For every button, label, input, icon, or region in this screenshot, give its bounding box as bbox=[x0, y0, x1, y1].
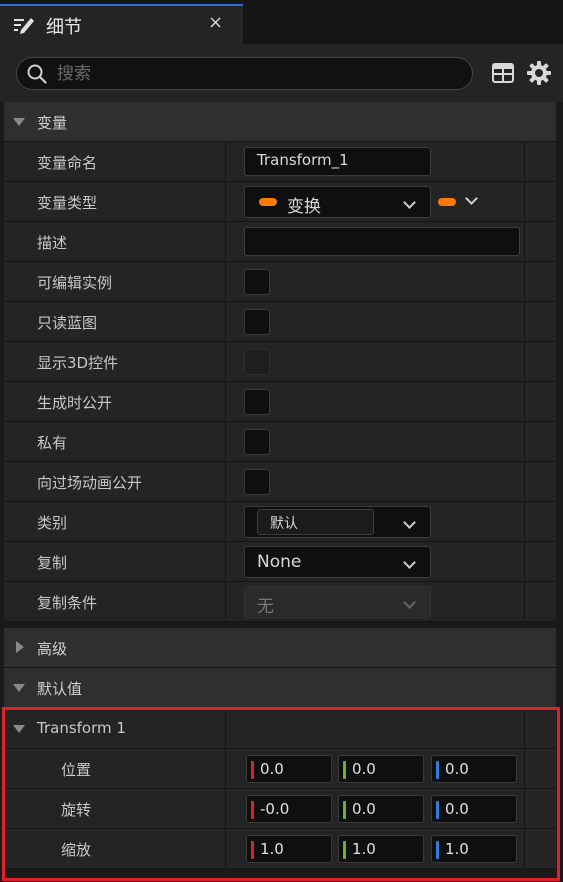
chevron-down-icon bbox=[403, 196, 416, 209]
variable-name-field[interactable]: Transform_1 bbox=[244, 147, 431, 176]
row-label: 类别 bbox=[37, 514, 68, 532]
expand-arrow-icon bbox=[13, 725, 25, 733]
search-input[interactable] bbox=[57, 61, 457, 87]
row-label: 复制条件 bbox=[37, 594, 98, 612]
row-replication-condition: 复制条件 无 bbox=[4, 582, 556, 622]
location-y-value: 0.0 bbox=[352, 760, 376, 778]
row-label: 私有 bbox=[37, 434, 68, 452]
location-z-value: 0.0 bbox=[445, 760, 469, 778]
details-toolbar bbox=[0, 44, 563, 102]
row-label: 只读蓝图 bbox=[37, 314, 98, 332]
row-label: 旋转 bbox=[61, 801, 92, 819]
row-label: 变量类型 bbox=[37, 194, 98, 212]
close-icon[interactable]: × bbox=[208, 12, 223, 33]
row-rotation: 旋转 -0.0 0.0 0.0 bbox=[4, 789, 556, 829]
location-y-field[interactable]: 0.0 bbox=[338, 755, 424, 783]
private-checkbox[interactable] bbox=[244, 429, 270, 455]
row-label: 位置 bbox=[61, 761, 92, 779]
row-label: 变量命名 bbox=[37, 154, 98, 172]
expand-arrow-icon bbox=[16, 641, 24, 653]
row-transform-header[interactable]: Transform 1 bbox=[4, 709, 556, 749]
row-label: 显示3D控件 bbox=[37, 354, 119, 372]
location-x-value: 0.0 bbox=[260, 760, 284, 778]
location-x-field[interactable]: 0.0 bbox=[246, 755, 332, 783]
scale-x-field[interactable]: 1.0 bbox=[246, 835, 332, 863]
section-label: 高级 bbox=[37, 640, 68, 658]
container-type-pill-icon bbox=[438, 198, 456, 206]
edit-details-icon bbox=[14, 18, 34, 34]
row-private: 私有 bbox=[4, 422, 556, 462]
scale-y-value: 1.0 bbox=[352, 840, 376, 858]
tab-bar: 细节 × bbox=[0, 0, 563, 44]
rotation-y-value: 0.0 bbox=[352, 800, 376, 818]
expand-arrow-icon bbox=[13, 118, 25, 126]
scale-y-field[interactable]: 1.0 bbox=[338, 835, 424, 863]
replication-condition-dropdown: 无 bbox=[244, 586, 431, 618]
rotation-z-field[interactable]: 0.0 bbox=[431, 795, 517, 823]
row-label: 缩放 bbox=[61, 841, 92, 859]
row-instance-editable: 可编辑实例 bbox=[4, 262, 556, 302]
row-show-3d-widget: 显示3D控件 bbox=[4, 342, 556, 382]
section-default-value[interactable]: 默认值 bbox=[4, 668, 556, 708]
row-label: 生成时公开 bbox=[37, 394, 113, 412]
variable-type-dropdown[interactable]: 变换 bbox=[244, 186, 431, 218]
show-3d-widget-checkbox bbox=[244, 349, 270, 375]
table-view-icon[interactable] bbox=[491, 61, 515, 85]
chevron-down-icon bbox=[403, 596, 416, 609]
section-variable[interactable]: 变量 bbox=[4, 102, 556, 142]
rotation-y-field[interactable]: 0.0 bbox=[338, 795, 424, 823]
row-label: 描述 bbox=[37, 234, 68, 252]
tab-details[interactable]: 细节 × bbox=[0, 4, 243, 44]
expose-on-spawn-checkbox[interactable] bbox=[244, 389, 270, 415]
expand-arrow-icon bbox=[13, 684, 25, 692]
blueprint-readonly-checkbox[interactable] bbox=[244, 309, 270, 335]
row-variable-name: 变量命名 Transform_1 bbox=[4, 142, 556, 182]
replication-condition-value: 无 bbox=[257, 597, 274, 617]
expose-cinematics-checkbox[interactable] bbox=[244, 469, 270, 495]
type-pill-icon bbox=[259, 198, 277, 206]
search-box[interactable] bbox=[16, 57, 473, 90]
row-label: 可编辑实例 bbox=[37, 274, 113, 292]
replication-dropdown[interactable]: None bbox=[244, 546, 431, 578]
row-replication: 复制 None bbox=[4, 542, 556, 582]
section-label: 变量 bbox=[37, 114, 68, 132]
row-blueprint-readonly: 只读蓝图 bbox=[4, 302, 556, 342]
chevron-down-icon bbox=[465, 192, 478, 205]
category-combo[interactable]: 默认 bbox=[244, 506, 431, 538]
transform-name: Transform 1 bbox=[37, 719, 126, 737]
row-description: 描述 bbox=[4, 222, 556, 262]
row-location: 位置 0.0 0.0 0.0 bbox=[4, 749, 556, 789]
rotation-z-value: 0.0 bbox=[445, 800, 469, 818]
replication-value: None bbox=[257, 552, 302, 572]
container-type-dropdown[interactable] bbox=[436, 190, 482, 214]
instance-editable-checkbox[interactable] bbox=[244, 269, 270, 295]
section-advanced[interactable]: 高级 bbox=[4, 628, 556, 668]
rotation-x-value: -0.0 bbox=[260, 800, 290, 818]
rotation-x-field[interactable]: -0.0 bbox=[246, 795, 332, 823]
row-scale: 缩放 1.0 1.0 1.0 bbox=[4, 829, 556, 869]
row-label: 向过场动画公开 bbox=[37, 474, 143, 492]
row-label: 复制 bbox=[37, 554, 68, 572]
gear-icon[interactable] bbox=[526, 60, 552, 86]
row-category: 类别 默认 bbox=[4, 502, 556, 542]
tab-title: 细节 bbox=[46, 17, 82, 38]
details-panel: 变量 变量命名 Transform_1 变量类型 变换 描述 可编辑实例 只读蓝… bbox=[0, 102, 563, 882]
variable-type-value: 变换 bbox=[287, 197, 321, 217]
chevron-down-icon bbox=[403, 516, 416, 529]
category-text-field[interactable]: 默认 bbox=[257, 509, 374, 535]
location-z-field[interactable]: 0.0 bbox=[431, 755, 517, 783]
row-variable-type: 变量类型 变换 bbox=[4, 182, 556, 222]
search-icon bbox=[27, 64, 47, 84]
description-field[interactable] bbox=[244, 227, 520, 256]
row-expose-on-spawn: 生成时公开 bbox=[4, 382, 556, 422]
chevron-down-icon bbox=[403, 556, 416, 569]
scale-z-field[interactable]: 1.0 bbox=[431, 835, 517, 863]
section-label: 默认值 bbox=[37, 680, 83, 698]
scale-z-value: 1.0 bbox=[445, 840, 469, 858]
row-expose-cinematics: 向过场动画公开 bbox=[4, 462, 556, 502]
scale-x-value: 1.0 bbox=[260, 840, 284, 858]
